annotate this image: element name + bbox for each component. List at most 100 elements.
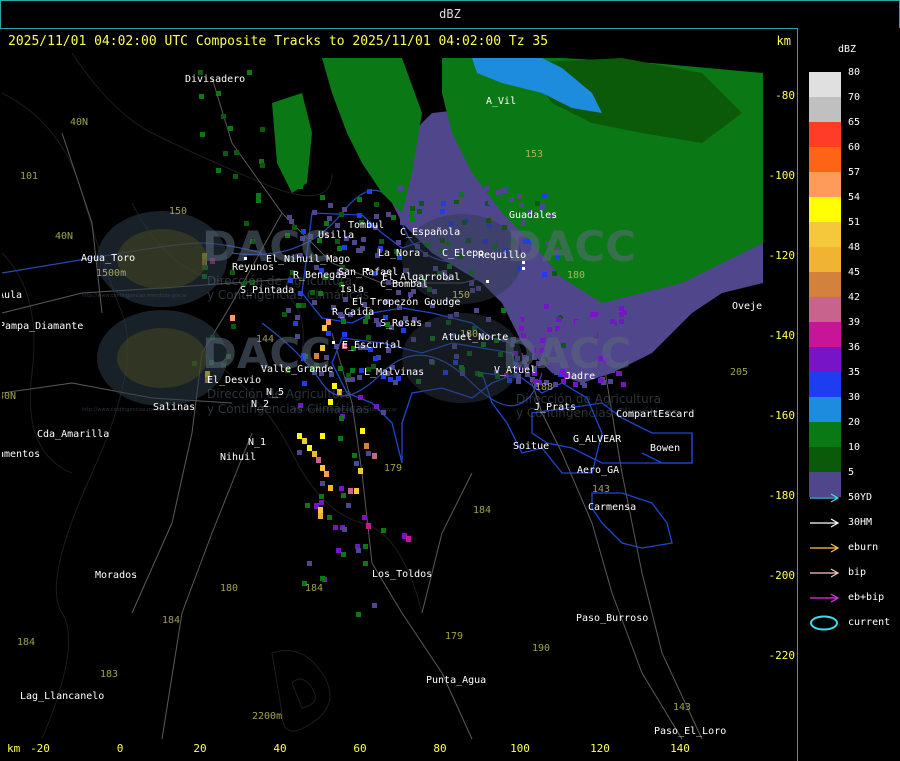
echo-cell	[557, 310, 562, 315]
echo-cell	[200, 132, 205, 137]
echo-cell	[386, 212, 391, 217]
echo-cell	[519, 203, 524, 208]
echo-cell	[233, 174, 238, 179]
svg-text:143: 143	[673, 702, 691, 713]
svg-text:2200m: 2200m	[252, 711, 282, 722]
echo-cell	[517, 194, 522, 199]
hail-track-cell	[358, 468, 363, 474]
svg-text:40N: 40N	[70, 117, 88, 128]
place-label: Ovejeros	[732, 301, 763, 312]
echo-cell	[320, 576, 325, 581]
svg-text:188: 188	[535, 382, 553, 393]
echo-cell	[334, 344, 339, 349]
echo-cell	[474, 308, 479, 313]
echo-cell	[295, 315, 300, 320]
echo-cell	[350, 368, 355, 373]
scale-swatch-48	[809, 247, 841, 272]
echo-cell	[320, 481, 325, 486]
echo-cell	[510, 315, 515, 320]
watermark-url: http://www.contingencias.mendoza.gov.ar	[82, 293, 188, 299]
echo-cell	[400, 220, 405, 225]
echo-cell	[509, 197, 514, 202]
echo-cell	[619, 319, 624, 324]
place-label: E_Escurial	[342, 340, 402, 351]
svg-text:40N: 40N	[55, 231, 73, 242]
echo-cell	[199, 94, 204, 99]
echo-cell	[346, 373, 351, 378]
echo-cell	[356, 548, 361, 553]
x-tick: 20	[193, 742, 207, 755]
y-tick: -220	[768, 649, 796, 662]
echo-cell	[454, 204, 459, 209]
place-label: Los_Toldos	[372, 569, 432, 580]
x-tick: 60	[353, 742, 367, 755]
scale-swatch-30	[809, 397, 841, 422]
current-ellipse-icon	[810, 615, 838, 631]
y-tick: -180	[768, 489, 796, 502]
echo-cell	[419, 201, 424, 206]
echo-cell	[393, 380, 398, 385]
window-title-bar: dBZ	[0, 0, 900, 29]
echo-cell	[391, 215, 396, 220]
place-label: CompartEscard	[616, 409, 694, 420]
echo-cell	[352, 453, 357, 458]
place-label: N_2	[251, 399, 269, 410]
place-label: Paso_Burroso	[576, 613, 648, 624]
echo-cell	[440, 209, 445, 214]
place-label: J_Prats	[534, 402, 576, 413]
echo-cell	[608, 379, 613, 384]
echo-cell	[564, 312, 569, 317]
hail-track-cell	[360, 428, 365, 434]
place-label: Requillo	[478, 250, 526, 261]
y-tick: -160	[768, 409, 796, 422]
echo-cell	[572, 303, 577, 308]
echo-cell	[358, 395, 363, 400]
echo-cell	[619, 312, 624, 317]
echo-cell	[282, 312, 287, 317]
place-label: G_ALVEAR	[573, 434, 622, 445]
scale-label-5: 5	[848, 467, 855, 478]
hail-track-cell	[320, 465, 325, 471]
echo-cell	[523, 311, 528, 316]
arrow-icon	[810, 543, 840, 553]
echo-cell	[341, 493, 346, 498]
plot-header: 2025/11/01 04:02:00 UTC Composite Tracks…	[2, 30, 797, 52]
echo-cell	[320, 195, 325, 200]
place-label: Agua_Toro	[81, 253, 135, 264]
echo-cell	[621, 382, 626, 387]
echo-cell	[547, 321, 552, 326]
echo-cell	[337, 246, 342, 251]
echo-cell	[379, 239, 384, 244]
echo-cell	[409, 212, 414, 217]
x-axis-unit: km	[7, 742, 21, 755]
echo-cell	[535, 299, 540, 304]
hail-track-cell	[326, 319, 331, 325]
hail-track-cell	[372, 453, 377, 459]
scale-label-42: 42	[848, 292, 861, 303]
echo-cell	[502, 188, 507, 193]
radar-map-canvas[interactable]: DACC Dirección de Agricultura y Continge…	[2, 53, 763, 739]
echo-cell	[327, 216, 332, 221]
hail-track-cell	[307, 445, 312, 451]
echo-cell	[312, 210, 317, 215]
scale-swatch-65	[809, 122, 841, 147]
x-tick: 120	[590, 742, 610, 755]
place-label: Usilla	[318, 230, 354, 241]
echo-cell	[363, 561, 368, 566]
y-tick: -120	[768, 249, 796, 262]
scale-swatch-10	[809, 447, 841, 472]
place-label: Soitue	[513, 441, 549, 452]
scale-swatch-54	[809, 197, 841, 222]
place-label: S_Rosas	[380, 318, 422, 329]
echo-cell	[336, 548, 341, 553]
echo-cell	[372, 603, 377, 608]
echo-cell	[598, 378, 603, 383]
echo-cell	[260, 163, 265, 168]
place-label: Morados	[95, 570, 137, 581]
place-label: V_Atuel	[494, 365, 536, 376]
echo-cell	[338, 366, 343, 371]
echo-cell	[441, 201, 446, 206]
place-label: R_Caida	[332, 307, 374, 318]
echo-cell	[339, 486, 344, 491]
echo-cell	[535, 201, 540, 206]
